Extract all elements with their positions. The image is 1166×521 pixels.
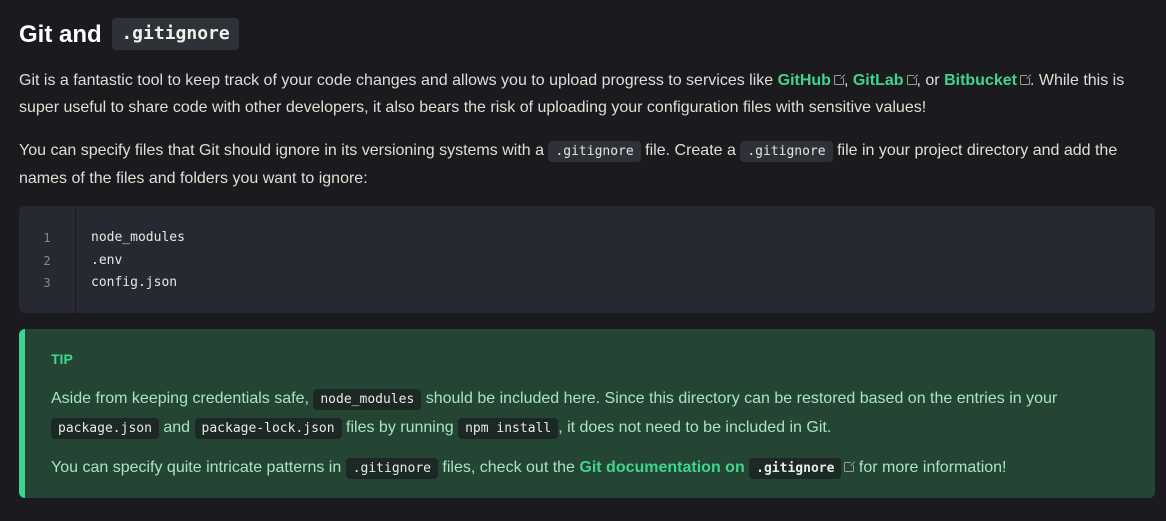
code-line: .env [91,253,123,268]
inline-code: .gitignore [548,141,641,162]
inline-code: node_modules [313,389,422,410]
text-span: and [158,419,195,436]
link-github[interactable]: GitHub [777,72,846,89]
code-block[interactable]: 1 2 3 node_modules .env config.json [19,206,1155,313]
line-number: 3 [43,276,51,290]
heading-code: .gitignore [112,17,239,50]
section-heading: Git and .gitignore [19,17,239,52]
intro-paragraph-2: You can specify files that Git should ig… [19,137,1139,192]
inline-code: .gitignore [740,141,833,162]
external-link-icon [833,73,846,85]
text-span: , it does not need to be included in Git… [558,419,832,436]
text-span: , or [916,72,945,89]
line-number-gutter: 1 2 3 [19,206,76,313]
tip-callout: TIP Aside from keeping credentials safe,… [19,329,1155,498]
intro-paragraph-1: Git is a fantastic tool to keep track of… [19,67,1139,121]
line-number: 1 [43,231,51,245]
external-link-icon [906,73,919,85]
code-line: node_modules [91,230,185,245]
text-span: files by running [341,419,459,436]
inline-code: .gitignore [749,458,842,479]
link-bitbucket[interactable]: Bitbucket [944,72,1032,89]
external-link-icon [1019,73,1032,85]
link-label: GitLab [852,72,904,89]
text-span: Git is a fantastic tool to keep track of… [19,72,778,89]
text-span: Aside from keeping credentials safe, [51,390,314,407]
inline-code: .gitignore [345,458,438,479]
text-span: files, check out the [437,459,580,476]
text-span: for more information! [854,459,1007,476]
inline-code: package.json [51,418,159,439]
inline-code: package-lock.json [194,418,342,439]
link-gitlab[interactable]: GitLab [852,72,919,89]
inline-code: npm install [458,418,559,439]
text-span: should be included here. Since this dire… [421,390,1058,407]
line-number: 2 [43,254,51,268]
tip-paragraph-2: You can specify quite intricate patterns… [51,454,1141,482]
link-git-documentation[interactable]: Git documentation on .gitignore [579,458,857,479]
heading-text: Git and [19,21,102,48]
tip-title: TIP [51,351,73,367]
text-span: You can specify files that Git should ig… [19,142,549,159]
tip-paragraph-1: Aside from keeping credentials safe, nod… [51,385,1141,443]
link-label: Git documentation on [579,459,750,476]
link-label: Bitbucket [944,72,1017,89]
external-link-icon [844,460,857,472]
text-span: You can specify quite intricate patterns… [51,459,346,476]
link-label: GitHub [777,72,831,89]
text-span: file. Create a [640,142,741,159]
code-line: config.json [91,275,178,290]
